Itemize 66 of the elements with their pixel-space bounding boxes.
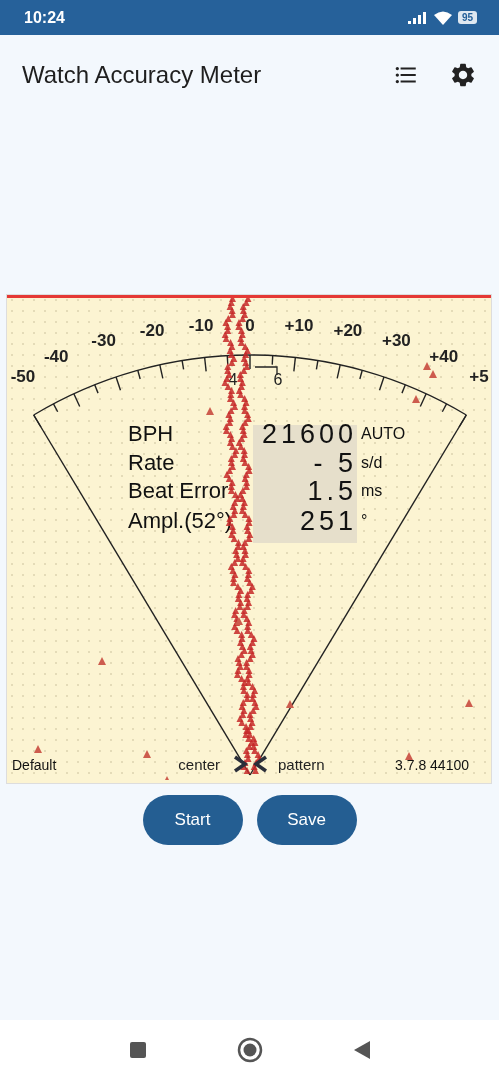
scale-label: -10 [188,315,214,335]
trace-segment [243,655,259,698]
reading-value: 251 [299,506,357,536]
triangle-marker [163,776,171,780]
trace-segment [238,495,254,538]
scale-label: +20 [333,320,363,340]
scale-label: +5 [469,367,489,387]
scale-label: -20 [139,320,165,340]
reading-label: Rate [128,450,175,475]
scale-label: 0 [245,316,255,335]
battery-icon: 95 [457,11,477,24]
scale-label: -30 [91,330,116,350]
app-title: Watch Accuracy Meter [22,61,263,89]
trace-segment [244,695,260,738]
trace-segment [240,575,256,618]
triangle-marker [465,699,473,707]
sub-scale-label: 4 [228,371,238,388]
triangle-marker [405,752,413,760]
action-button[interactable]: Start [142,795,243,845]
mode-label: Default [12,757,57,773]
signal-icon [407,11,428,24]
reading-unit: s/d [361,454,383,471]
reading-unit: ° [361,512,368,529]
scale-label: +40 [429,346,459,366]
trace-segment [236,335,251,378]
reading-label: BPH [128,421,174,446]
trace-segment [237,455,253,498]
trace-segment [221,298,236,338]
reading-value: 21600 [261,419,357,449]
action-button[interactable]: Save [256,795,357,845]
triangle-marker [286,700,294,708]
trace-segment [235,375,252,418]
triangle-marker [34,745,42,753]
status-time: 10:24 [24,8,65,27]
scale-label: -40 [43,346,69,366]
trace-segment [235,415,252,458]
trace-segment [238,535,253,578]
reading-value: 1.5 [307,476,357,506]
pivot-drawing [233,755,268,773]
triangle-marker [143,750,151,758]
recents-icon[interactable] [128,1041,147,1059]
trace-segment [227,535,242,578]
trace-segment [221,375,239,418]
center-label: center [178,756,220,773]
reading-unit: AUTO [361,425,406,442]
reading-unit: ms [361,482,383,499]
sub-scale-label: 6 [273,371,283,388]
reading-value: - 5 [313,448,357,478]
triangle-marker [412,395,420,403]
settings-button[interactable] [449,61,477,89]
scale-label: -50 [10,367,36,387]
triangle-marker [206,407,214,415]
pattern-label: pattern [278,756,325,773]
scale-label: +30 [382,330,411,350]
triangle-marker [98,657,106,665]
back-icon[interactable] [352,1040,371,1060]
home-icon[interactable] [236,1037,263,1063]
trace-segment [222,415,240,458]
trace-segment [250,735,263,774]
version-label: 3.7.8 44100 [395,757,469,773]
wifi-icon [433,10,452,25]
trace-segment [243,615,258,658]
triangle-marker [235,617,243,625]
scale-label: +10 [284,315,314,335]
reading-label: Beat Error [128,478,229,503]
trace-segment [235,298,252,338]
